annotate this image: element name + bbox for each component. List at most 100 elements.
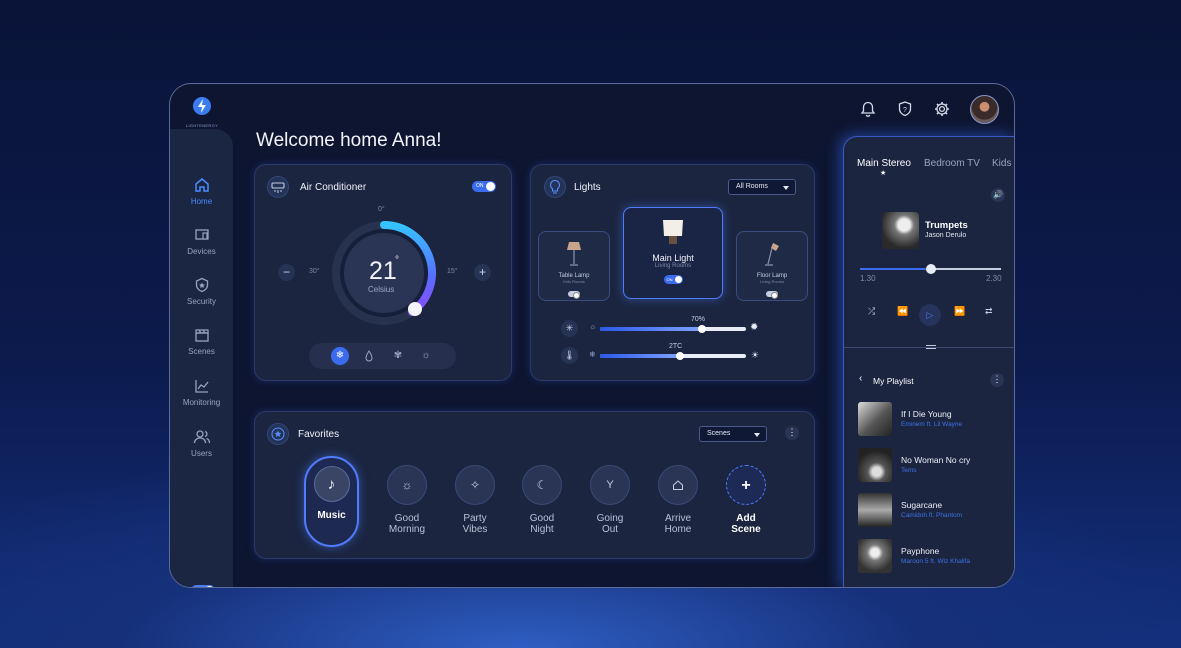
main-light-icon bbox=[663, 220, 683, 244]
gear-icon[interactable] bbox=[933, 100, 951, 118]
drag-handle-icon[interactable] bbox=[926, 345, 936, 349]
shield-icon bbox=[195, 277, 208, 293]
warmth-value: 2TC bbox=[669, 343, 683, 350]
page-title: Welcome home Anna! bbox=[256, 130, 442, 151]
dial-min-label: 30° bbox=[309, 268, 320, 275]
scene-label: Good bbox=[529, 513, 555, 524]
scene-label: Scene bbox=[731, 524, 761, 535]
brightness-slider[interactable] bbox=[600, 324, 746, 333]
scene-label: Add bbox=[736, 513, 756, 524]
rewind-icon[interactable]: ⏪ bbox=[897, 306, 908, 317]
list-item[interactable]: No Woman No cry Tems bbox=[858, 448, 1014, 484]
more-options-icon[interactable]: ⋮ bbox=[785, 426, 799, 440]
table-lamp-icon bbox=[567, 242, 581, 266]
tab-kids[interactable]: Kids T bbox=[992, 158, 1014, 169]
warmth-fill bbox=[600, 354, 681, 358]
snowflake-icon[interactable]: ❄ bbox=[331, 347, 349, 365]
lamp-card-main[interactable]: Main Light Living Rooms ON bbox=[623, 207, 723, 299]
card-title: Air Conditioner bbox=[300, 182, 367, 193]
scene-good-morning[interactable]: ☼ Good Morning bbox=[377, 457, 437, 535]
music-note-icon: ♪ bbox=[313, 466, 350, 502]
sidebar-item-users[interactable]: Users bbox=[170, 429, 233, 458]
playlist-more-icon[interactable]: ⋮ bbox=[990, 373, 1004, 387]
lightbulb-icon bbox=[544, 176, 566, 198]
scene-arrive-home[interactable]: Arrive Home bbox=[648, 457, 708, 535]
toggle-label: ON bbox=[476, 183, 484, 189]
song-artist: Eminem ft. Lil Wayne bbox=[901, 421, 963, 428]
lamp-toggle[interactable] bbox=[766, 291, 778, 299]
brand-logo[interactable]: LIGHTENERGY bbox=[182, 96, 222, 128]
theme-toggle[interactable] bbox=[191, 585, 215, 587]
clapperboard-icon bbox=[194, 329, 209, 342]
active-tab-indicator: ★ bbox=[880, 170, 887, 177]
progress-knob[interactable] bbox=[925, 264, 936, 274]
tab-main-stereo[interactable]: Main Stereo bbox=[857, 158, 911, 169]
song-title: No Woman No cry bbox=[901, 455, 971, 465]
temperature-unit: Celsius bbox=[368, 285, 395, 294]
volume-icon[interactable]: 🔊 bbox=[991, 188, 1005, 202]
playlist-title: My Playlist bbox=[873, 376, 914, 386]
favorites-filter-select[interactable]: Scenes bbox=[699, 426, 767, 442]
party-popper-icon: ✧ bbox=[455, 465, 495, 505]
album-art bbox=[858, 539, 892, 573]
warmth-slider[interactable] bbox=[600, 351, 746, 360]
air-conditioner-icon bbox=[267, 176, 289, 198]
lamp-toggle[interactable]: ON bbox=[663, 275, 683, 284]
song-artist: Camidoh ft. Phantom bbox=[901, 512, 963, 519]
add-scene-button[interactable]: + Add Scene bbox=[716, 457, 776, 535]
lamp-room: Living Rooms bbox=[759, 279, 785, 284]
now-playing-title: Trumpets bbox=[925, 220, 968, 231]
now-playing-art bbox=[882, 212, 919, 249]
scene-label: Arrive bbox=[664, 513, 692, 524]
shuffle-icon[interactable]: ⤮ bbox=[868, 306, 875, 317]
air-conditioner-card: Air Conditioner ON 0° 30° 15° − + 21 ° C… bbox=[254, 164, 512, 381]
scene-party-vibes[interactable]: ✧ Party Vibes bbox=[445, 457, 505, 535]
room-filter-select[interactable]: All Rooms bbox=[728, 179, 796, 195]
sidebar-item-label: Home bbox=[190, 197, 213, 206]
warm-sun-icon: ☀ bbox=[751, 350, 760, 360]
cool-icon: ❄ bbox=[589, 350, 596, 359]
list-item[interactable]: Sugarcane Camidoh ft. Phantom bbox=[858, 493, 1014, 529]
temp-increase-button[interactable]: + bbox=[474, 264, 491, 281]
sidebar-item-security[interactable]: Security bbox=[170, 277, 233, 306]
progress-bar[interactable] bbox=[860, 264, 1001, 274]
lamp-toggle[interactable] bbox=[568, 291, 580, 299]
fan-icon[interactable]: ✾ bbox=[389, 347, 407, 365]
sun-icon[interactable]: ☼ bbox=[417, 347, 435, 365]
scene-music[interactable]: ♪ Music bbox=[304, 456, 359, 547]
repeat-icon[interactable]: ⇄ bbox=[985, 306, 993, 317]
back-chevron-icon[interactable]: ‹ bbox=[859, 373, 862, 384]
sun-icon: ☼ bbox=[387, 465, 427, 505]
list-item[interactable]: If I Die Young Eminem ft. Lil Wayne bbox=[858, 402, 1014, 438]
tab-bedroom-tv[interactable]: Bedroom TV bbox=[924, 158, 980, 169]
brightness-knob[interactable] bbox=[698, 324, 707, 333]
ac-mode-selector: ❄ ✾ ☼ bbox=[309, 343, 456, 369]
temp-decrease-button[interactable]: − bbox=[278, 264, 295, 281]
sidebar-item-monitoring[interactable]: Monitoring bbox=[170, 378, 233, 407]
lights-card: Lights All Rooms Table Lamp Kids Rooms M… bbox=[530, 164, 815, 381]
lamp-room: Living Rooms bbox=[654, 263, 692, 269]
sidebar-item-home[interactable]: Home bbox=[170, 177, 233, 206]
album-art bbox=[858, 493, 892, 527]
users-icon bbox=[193, 430, 210, 444]
sidebar-item-scenes[interactable]: Scenes bbox=[170, 327, 233, 356]
shield-question-icon[interactable]: ? bbox=[896, 100, 914, 118]
scene-good-night[interactable]: ☾ Good Night bbox=[512, 457, 572, 535]
sidebar-item-devices[interactable]: Devices bbox=[170, 227, 233, 256]
list-item[interactable]: Payphone Maroon 5 ft. Wiz Khalifa bbox=[858, 539, 1014, 575]
lamp-card-floor[interactable]: Floor Lamp Living Rooms bbox=[736, 231, 808, 301]
brightness-fill bbox=[600, 327, 703, 331]
drop-icon[interactable] bbox=[360, 347, 378, 365]
ac-power-toggle[interactable]: ON bbox=[472, 181, 496, 192]
brightness-value: 70% bbox=[691, 316, 706, 323]
fast-forward-icon[interactable]: ⏩ bbox=[954, 306, 965, 317]
bell-icon[interactable] bbox=[859, 100, 877, 118]
avatar[interactable] bbox=[970, 95, 999, 124]
floor-lamp-icon bbox=[765, 243, 779, 266]
play-button[interactable]: ▷ bbox=[919, 304, 941, 326]
warmth-knob[interactable] bbox=[676, 351, 685, 360]
scene-going-out[interactable]: Y Going Out bbox=[580, 457, 640, 535]
bright-sun-icon: ✹ bbox=[750, 322, 759, 333]
lamp-card-table[interactable]: Table Lamp Kids Rooms bbox=[538, 231, 610, 301]
song-artist: Maroon 5 ft. Wiz Khalifa bbox=[901, 558, 970, 565]
